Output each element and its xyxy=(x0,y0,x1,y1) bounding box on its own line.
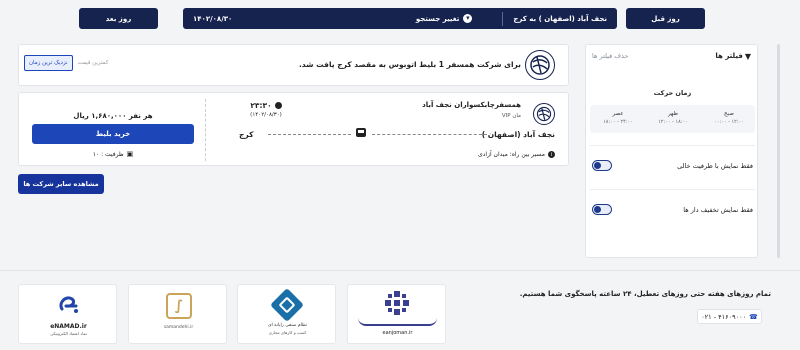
trust-badge-nezam[interactable]: نظام صنفی رایانه ای کسب و کارهای مجازی xyxy=(237,284,336,344)
ticket-card: هر نفر ۱,۶۸۰,۰۰۰ ریال خرید بلیط ▣ ظرفیت … xyxy=(18,92,569,166)
sidebar-scrollbar[interactable] xyxy=(777,44,780,258)
company-info: همسفرچابکسواران نجف آباد مان VIP xyxy=(422,101,521,119)
time-label: ۲۳:۳۰ xyxy=(250,101,272,110)
date-label: (۱۴۰۲/۰۸/۳۰) xyxy=(250,112,282,118)
search-date: ۱۴۰۲/۰۸/۳۰ xyxy=(193,14,233,23)
time-filter-box: عصر ۱۸:۰۰ - ۲۴:۰۰ ظهر ۱۲:۰۰ - ۱۸:۰۰ صبح … xyxy=(590,105,755,133)
seat-icon: ▣ xyxy=(126,150,134,158)
samandehi-logo-icon: ∫ xyxy=(166,293,192,319)
clear-filters-link[interactable]: حذف فیلتر ها xyxy=(592,52,628,60)
time-option-evening[interactable]: عصر ۱۸:۰۰ - ۲۴:۰۰ xyxy=(596,111,640,125)
discount-toggle-label: فقط نمایش تخفیف دار ها xyxy=(683,205,753,214)
anjoman-logo-icon xyxy=(384,290,410,316)
company-logo-icon xyxy=(533,103,555,125)
company-name: همسفرچابکسواران نجف آباد xyxy=(422,101,521,109)
phone-number: ۰۲۱ - ۴۱۶۰۹۰۰۰ xyxy=(701,312,747,321)
filters-title: فیلتر ها xyxy=(715,52,743,60)
trust-badge-enamad[interactable]: eNAMAD.ir نماد اعتماد الکترونیکی xyxy=(18,284,117,344)
buy-ticket-button[interactable]: خرید بلیط xyxy=(32,124,194,144)
company-logo-icon xyxy=(525,50,555,80)
bus-type: مان VIP xyxy=(501,113,521,119)
anjoman-caption: eanjoman.ir xyxy=(382,330,413,336)
sort-options: نزدیک ترین زمان کمترین قیمت xyxy=(24,55,108,71)
enamad-logo-icon xyxy=(59,296,78,313)
capacity-filter-row: فقط نمایش با ظرفیت خالی xyxy=(586,160,759,171)
prev-day-button[interactable]: روز قبل xyxy=(626,8,705,29)
sort-nearest-button[interactable]: نزدیک ترین زمان xyxy=(24,55,73,71)
time-option-noon[interactable]: ظهر ۱۲:۰۰ - ۱۸:۰۰ xyxy=(651,111,695,125)
time-option-morning[interactable]: صبح ۰۰:۰۰ - ۱۲:۰۰ xyxy=(707,111,751,125)
notice-text: برای شرکت همسفر 1 بلیط اتوبوس به مقصد کر… xyxy=(298,60,521,69)
time-filter-title: زمان حرکت xyxy=(653,89,692,97)
result-notice-card: نزدیک ترین زمان کمترین قیمت برای شرکت هم… xyxy=(18,44,569,86)
origin-city: نجف آباد (اصفهان ) xyxy=(481,130,555,139)
nezam-caption: نظام صنفی رایانه ای xyxy=(267,323,308,328)
filters-sidebar: حذف فیلتر ها فیلتر ها ▼ زمان حرکت عصر ۱۸… xyxy=(585,44,758,258)
enamad-caption: eNAMAD.ir xyxy=(50,323,87,330)
capacity-info: ▣ ظرفیت : ۱۰ xyxy=(32,150,194,158)
nezam-logo-icon xyxy=(270,288,304,322)
chevron-down-icon: ▾ xyxy=(463,14,473,23)
sidebar-separator xyxy=(590,145,755,146)
route-note: i مسیر بین راه: میدان آزادی xyxy=(478,151,555,158)
search-summary-bar[interactable]: ۱۴۰۲/۰۸/۳۰ تغییر جستجو ▾ نجف آباد (اصفها… xyxy=(183,8,617,29)
filter-icon: ▼ xyxy=(744,51,751,61)
capacity-label: ظرفیت : ۱۰ xyxy=(92,150,124,158)
more-companies-button[interactable]: مشاهده سایر شرکت ها xyxy=(18,174,104,194)
anjoman-script xyxy=(358,318,437,326)
clock-icon xyxy=(274,102,282,109)
capacity-toggle-label: فقط نمایش با ظرفیت خالی xyxy=(677,161,753,170)
search-route: نجف آباد (اصفهان ) به کرج xyxy=(513,14,607,23)
nezam-sub: کسب و کارهای مجازی xyxy=(268,330,307,335)
trust-badge-anjoman[interactable]: eanjoman.ir xyxy=(347,284,446,344)
info-icon: i xyxy=(548,151,555,158)
change-search-label: تغییر جستجو xyxy=(415,14,460,23)
discount-filter-row: فقط نمایش تخفیف دار ها xyxy=(586,204,759,215)
route-note-label: مسیر بین راه: میدان آزادی xyxy=(478,151,545,158)
route-line-right xyxy=(372,134,487,135)
phone-icon: ☎ xyxy=(749,312,758,321)
footer-separator xyxy=(0,270,800,271)
sidebar-separator xyxy=(590,189,755,190)
filters-header: حذف فیلتر ها فیلتر ها ▼ xyxy=(586,47,757,65)
capacity-toggle[interactable] xyxy=(592,160,612,171)
ticket-price: هر نفر ۱,۶۸۰,۰۰۰ ریال xyxy=(73,112,153,120)
departure-time: ۲۳:۳۰ (۱۴۰۲/۰۸/۳۰) xyxy=(241,101,291,118)
support-phone[interactable]: ۰۲۱ - ۴۱۶۰۹۰۰۰ ☎ xyxy=(697,309,762,324)
bus-icon xyxy=(356,128,366,137)
destination-city: کرج xyxy=(239,130,254,139)
samandehi-caption: samandehi.ir xyxy=(163,325,194,330)
sort-cheapest-button[interactable]: کمترین قیمت xyxy=(78,60,109,66)
ticket-divider xyxy=(205,99,206,161)
trust-badge-samandehi[interactable]: ∫ samandehi.ir xyxy=(128,284,227,344)
support-text: تمام روزهای هفته حتی روزهای تعطیل، ۲۴ سا… xyxy=(519,290,771,298)
change-search-button[interactable]: تغییر جستجو ▾ xyxy=(406,8,483,29)
enamad-sub: نماد اعتماد الکترونیکی xyxy=(50,331,87,336)
next-day-button[interactable]: روز بعد xyxy=(79,8,158,29)
route-line-left xyxy=(268,134,351,135)
discount-toggle[interactable] xyxy=(592,204,612,215)
